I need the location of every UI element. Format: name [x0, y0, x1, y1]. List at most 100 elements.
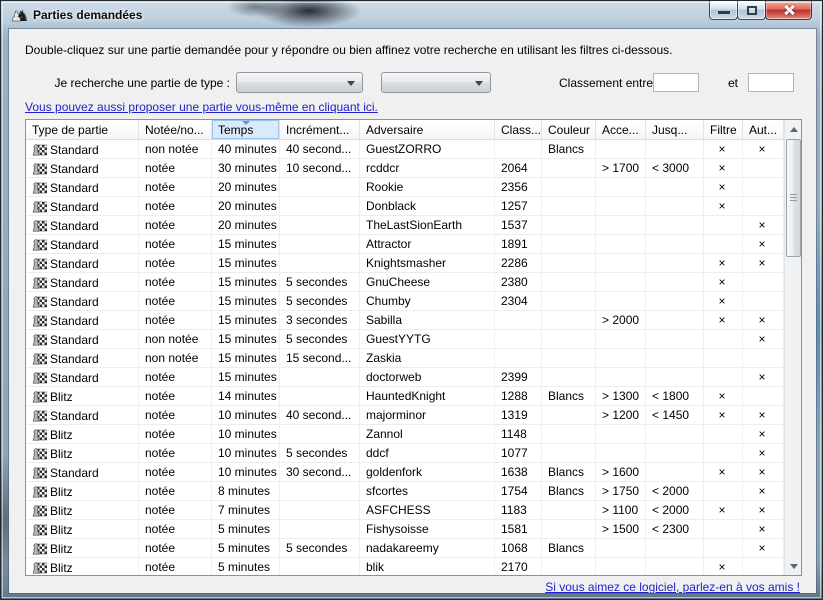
table-row[interactable]: Standardnon notée15 minutes5 secondesGue…: [26, 330, 784, 349]
cell-type: Standard: [26, 159, 139, 177]
table-row[interactable]: Standardnotée10 minutes40 second...major…: [26, 406, 784, 425]
cell-jusqua: [646, 349, 704, 367]
column-header-autre[interactable]: Aut...: [743, 120, 784, 139]
chess-game-icon: [32, 218, 47, 232]
cell-notee: notée: [139, 463, 212, 481]
column-header-notee[interactable]: Notée/no...: [139, 120, 212, 139]
cell-type: Standard: [26, 197, 139, 215]
chess-game-icon: [32, 142, 47, 156]
game-type-text: Standard: [50, 181, 99, 195]
table-row[interactable]: Standardnotée20 minutesDonblack1257×: [26, 197, 784, 216]
cell-temps: 15 minutes: [212, 311, 280, 329]
cell-classement: 1148: [495, 425, 542, 443]
cell-type: Blitz: [26, 539, 139, 557]
column-header-accepte[interactable]: Acce...: [596, 120, 646, 139]
cell-adversaire: GuestZORRO: [360, 140, 495, 158]
cell-type: Standard: [26, 273, 139, 291]
cell-classement: 2286: [495, 254, 542, 272]
table-row[interactable]: Standardnotée15 minutesAttractor1891×: [26, 235, 784, 254]
column-header-temps[interactable]: Temps: [212, 120, 280, 139]
cell-jusqua: [646, 254, 704, 272]
cell-autre: ×: [743, 311, 784, 329]
table-row[interactable]: Standardnotée30 minutes10 second...rcddc…: [26, 159, 784, 178]
cell-jusqua: [646, 425, 704, 443]
table-row[interactable]: Blitznotée5 minutesFishysoisse1581> 1500…: [26, 520, 784, 539]
minimize-button[interactable]: [709, 1, 738, 20]
rating-max-input[interactable]: [748, 73, 794, 92]
table-row[interactable]: Standardnon notée15 minutes15 second...Z…: [26, 349, 784, 368]
cell-jusqua: [646, 330, 704, 348]
game-subtype-select[interactable]: [381, 72, 491, 93]
cell-notee: notée: [139, 273, 212, 291]
game-type-select[interactable]: [236, 72, 363, 93]
scroll-down-button[interactable]: [786, 558, 801, 574]
table-row[interactable]: Blitznotée10 minutes5 secondesddcf1077×: [26, 444, 784, 463]
chess-game-icon: [32, 522, 47, 536]
table-row[interactable]: Blitznotée7 minutesASFCHESS1183> 1100< 2…: [26, 501, 784, 520]
table-row[interactable]: Blitznotée5 minutes5 secondesnadakareemy…: [26, 539, 784, 558]
cell-notee: notée: [139, 235, 212, 253]
cell-filtre: ×: [704, 501, 743, 519]
table-row[interactable]: Blitznotée5 minutesblik2170×: [26, 558, 784, 575]
cell-adversaire: Fishysoisse: [360, 520, 495, 538]
cell-increment: 40 second...: [280, 406, 360, 424]
table-row[interactable]: Standardnotée15 minutes3 secondesSabilla…: [26, 311, 784, 330]
cell-adversaire: HauntedKnight: [360, 387, 495, 405]
cell-notee: notée: [139, 501, 212, 519]
maximize-button[interactable]: [737, 1, 766, 20]
table-row[interactable]: Standardnotée15 minutes5 secondesChumby2…: [26, 292, 784, 311]
table-row[interactable]: Blitznotée10 minutesZannol1148×: [26, 425, 784, 444]
table-body: Standard non notée 40 minutes 40 second... G…: [26, 140, 784, 575]
cell-accepte: [596, 216, 646, 234]
table-row[interactable]: Standardnon notée40 minutes40 second...G…: [26, 140, 784, 159]
chess-game-icon: [32, 332, 47, 346]
vertical-scrollbar[interactable]: [784, 120, 801, 575]
cell-increment: 5 secondes: [280, 539, 360, 557]
column-header-adversaire[interactable]: Adversaire: [360, 120, 495, 139]
cell-temps: 40 minutes: [212, 140, 280, 158]
column-header-filtre[interactable]: Filtre: [704, 120, 743, 139]
column-header-couleur[interactable]: Couleur: [542, 120, 596, 139]
close-button[interactable]: [765, 1, 812, 20]
cell-classement: 1319: [495, 406, 542, 424]
game-type-text: Standard: [50, 162, 99, 176]
column-header-jusqua[interactable]: Jusq...: [646, 120, 704, 139]
scrollbar-thumb[interactable]: [786, 139, 801, 257]
cell-autre: ×: [743, 425, 784, 443]
table-row[interactable]: Blitznotée8 minutessfcortes1754Blancs> 1…: [26, 482, 784, 501]
table-row[interactable]: Standardnotée20 minutesTheLastSionEarth1…: [26, 216, 784, 235]
table-row[interactable]: Standardnotée15 minutesdoctorweb2399×: [26, 368, 784, 387]
cell-notee: notée: [139, 425, 212, 443]
share-with-friends-link[interactable]: Si vous aimez ce logiciel, parlez-en à v…: [545, 580, 800, 594]
cell-increment: [280, 425, 360, 443]
cell-filtre: [704, 425, 743, 443]
cell-jusqua: [646, 178, 704, 196]
column-header-increment[interactable]: Incrément...: [280, 120, 360, 139]
cell-increment: 5 secondes: [280, 273, 360, 291]
cell-type: Blitz: [26, 444, 139, 462]
table-row[interactable]: Standardnotée10 minutes30 second...golde…: [26, 463, 784, 482]
game-type-text: Standard: [50, 352, 99, 366]
cell-jusqua: [646, 140, 704, 158]
table-row[interactable]: Standardnotée15 minutesKnightsmasher2286…: [26, 254, 784, 273]
cell-adversaire: Donblack: [360, 197, 495, 215]
cell-increment: [280, 387, 360, 405]
game-type-text: Standard: [50, 333, 99, 347]
table-row[interactable]: Blitznotée14 minutesHauntedKnight1288Bla…: [26, 387, 784, 406]
cell-filtre: ×: [704, 292, 743, 310]
game-type-text: Standard: [50, 371, 99, 385]
cell-adversaire: GuestYYTG: [360, 330, 495, 348]
cell-adversaire: GnuCheese: [360, 273, 495, 291]
table-row[interactable]: Standardnotée20 minutesRookie2356×: [26, 178, 784, 197]
table-row[interactable]: Standardnotée15 minutes5 secondesGnuChee…: [26, 273, 784, 292]
title-bar[interactable]: ♞ ♟ Parties demandées: [1, 1, 822, 29]
cell-jusqua: [646, 216, 704, 234]
cell-notee: non notée: [139, 330, 212, 348]
column-header-type[interactable]: Type de partie: [26, 120, 139, 139]
rating-min-input[interactable]: [653, 73, 699, 92]
cell-autre: ×: [743, 216, 784, 234]
chess-game-icon: [32, 408, 47, 422]
scroll-up-button[interactable]: [786, 121, 801, 137]
column-header-classement[interactable]: Class...: [495, 120, 542, 139]
propose-game-link[interactable]: Vous pouvez aussi proposer une partie vo…: [25, 100, 378, 114]
